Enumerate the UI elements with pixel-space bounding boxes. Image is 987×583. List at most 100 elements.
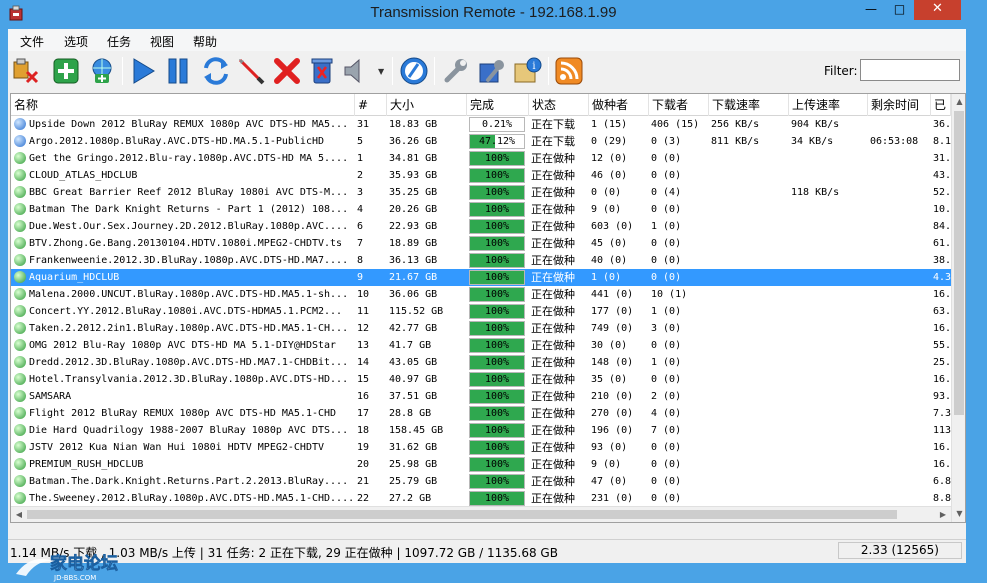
- torrent-eta: [868, 320, 931, 337]
- progress-bar: 100%: [469, 389, 525, 404]
- torrent-row[interactable]: Aquarium_HDCLUB 9 21.67 GB 100% 正在做种 1 (0) 0 (…: [11, 269, 951, 286]
- reannounce-icon[interactable]: [201, 56, 231, 86]
- torrent-up: 904 KB/s: [791, 119, 840, 130]
- torrent-status: 正在做种: [531, 203, 575, 216]
- remove-data-icon[interactable]: [307, 56, 337, 86]
- menu-help[interactable]: 帮助: [193, 33, 217, 50]
- progress-bar: 100%: [469, 287, 525, 302]
- torrent-row[interactable]: Upside Down 2012 BluRay REMUX 1080p AVC …: [11, 116, 951, 133]
- column-size[interactable]: 大小: [387, 94, 467, 116]
- horizontal-scrollbar[interactable]: ◀ ▶: [11, 506, 951, 522]
- torrent-status: 正在做种: [531, 305, 575, 318]
- torrent-properties-icon[interactable]: [476, 56, 506, 86]
- torrent-seeds: 47 (0): [591, 476, 628, 487]
- torrent-status: 正在做种: [531, 458, 575, 471]
- torrent-row[interactable]: Frankenweenie.2012.3D.BluRay.1080p.AVC.D…: [11, 252, 951, 269]
- torrent-up: [789, 218, 868, 235]
- torrent-row[interactable]: Flight 2012 BluRay REMUX 1080p AVC DTS-H…: [11, 405, 951, 422]
- vertical-scroll-thumb[interactable]: [954, 111, 964, 415]
- torrent-row[interactable]: Taken.2.2012.2in1.BluRay.1080p.AVC.DTS-H…: [11, 320, 951, 337]
- verify-icon[interactable]: [236, 56, 266, 86]
- close-button[interactable]: ✕: [914, 0, 961, 20]
- scroll-left-icon[interactable]: ◀: [11, 507, 27, 522]
- add-url-icon[interactable]: [87, 56, 117, 86]
- scroll-down-icon[interactable]: ▼: [952, 506, 965, 522]
- column-done[interactable]: 完成: [467, 94, 529, 116]
- torrent-peers: 3 (0): [651, 323, 682, 334]
- progress-text: 100%: [484, 357, 510, 368]
- column-down-speed[interactable]: 下载速率: [709, 94, 789, 116]
- progress-bar: 100%: [469, 338, 525, 353]
- torrent-row[interactable]: Batman The Dark Knight Returns - Part 1 …: [11, 201, 951, 218]
- speaker-dropdown-icon[interactable]: ▼: [378, 67, 384, 76]
- horizontal-scroll-thumb[interactable]: [27, 510, 897, 519]
- torrent-row[interactable]: Batman.The.Dark.Knight.Returns.Part.2.20…: [11, 473, 951, 490]
- torrent-row[interactable]: SAMSARA 16 37.51 GB 100% 正在做种 210 (0) 2 (0) 93.: [11, 388, 951, 405]
- disconnect-icon[interactable]: [10, 56, 40, 86]
- pause-icon[interactable]: [163, 56, 193, 86]
- filter-input[interactable]: [860, 59, 960, 81]
- torrent-peers: 0 (0): [651, 272, 682, 283]
- column-number[interactable]: #: [355, 94, 387, 116]
- maximize-button[interactable]: □: [886, 0, 913, 20]
- torrent-row[interactable]: JSTV 2012 Kua Nian Wan Hui 1080i HDTV MP…: [11, 439, 951, 456]
- torrent-size: 25.79 GB: [389, 476, 438, 487]
- column-peers[interactable]: 下载者: [649, 94, 709, 116]
- torrent-seeds: 196 (0): [591, 425, 634, 436]
- minimize-button[interactable]: —: [857, 0, 885, 20]
- torrent-list[interactable]: 名称 # 大小 完成 状态 做种者 下载者 下载速率 上传速率 剩余时间 已 U…: [10, 93, 966, 523]
- torrent-status: 正在做种: [531, 220, 575, 233]
- torrent-row[interactable]: OMG 2012 Blu-Ray 1080p AVC DTS-HD MA 5.1…: [11, 337, 951, 354]
- torrent-seeds: 148 (0): [591, 357, 634, 368]
- speed-limit-icon[interactable]: [399, 56, 429, 86]
- remove-icon[interactable]: [272, 56, 302, 86]
- torrent-down: [709, 218, 789, 235]
- torrent-row[interactable]: Get the Gringo.2012.Blu-ray.1080p.AVC.DT…: [11, 150, 951, 167]
- torrent-row[interactable]: BBC Great Barrier Reef 2012 BluRay 1080i…: [11, 184, 951, 201]
- add-torrent-icon[interactable]: [51, 56, 81, 86]
- wrench-icon[interactable]: [441, 56, 471, 86]
- column-eta[interactable]: 剩余时间: [868, 94, 931, 116]
- torrent-up: [789, 252, 868, 269]
- column-status[interactable]: 状态: [529, 94, 589, 116]
- torrent-peers: 0 (0): [651, 476, 682, 487]
- title-bar[interactable]: Transmission Remote - 192.168.1.99 — □ ✕: [0, 0, 987, 28]
- speaker-icon[interactable]: [341, 56, 371, 86]
- torrent-row[interactable]: Due.West.Our.Sex.Journey.2D.2012.BluRay.…: [11, 218, 951, 235]
- scroll-up-icon[interactable]: ▲: [952, 94, 965, 110]
- menu-tasks[interactable]: 任务: [107, 33, 131, 50]
- vertical-scrollbar[interactable]: ▲ ▼: [951, 94, 965, 522]
- torrent-row[interactable]: The.Sweeney.2012.BluRay.1080p.AVC.DTS-HD…: [11, 490, 951, 507]
- torrent-row[interactable]: CLOUD_ATLAS_HDCLUB 2 35.93 GB 100% 正在做种 46 (0…: [11, 167, 951, 184]
- column-extra[interactable]: 已: [931, 94, 951, 116]
- torrent-status: 正在做种: [531, 407, 575, 420]
- torrent-row[interactable]: Malena.2000.UNCUT.BluRay.1080p.AVC.DTS-H…: [11, 286, 951, 303]
- torrent-row[interactable]: PREMIUM_RUSH_HDCLUB 20 25.98 GB 100% 正在做种 9 (…: [11, 456, 951, 473]
- progress-cell: 100%: [467, 354, 529, 371]
- torrent-row[interactable]: Dredd.2012.3D.BluRay.1080p.AVC.DTS-HD.MA…: [11, 354, 951, 371]
- torrent-peers: 0 (0): [651, 340, 682, 351]
- progress-bar: 47.12%: [469, 134, 525, 149]
- progress-bar: 100%: [469, 321, 525, 336]
- torrent-status: 正在做种: [531, 424, 575, 437]
- progress-text: 100%: [484, 289, 510, 300]
- torrent-row[interactable]: Die Hard Quadrilogy 1988-2007 BluRay 108…: [11, 422, 951, 439]
- menu-file[interactable]: 文件: [20, 33, 44, 50]
- torrent-row[interactable]: Argo.2012.1080p.BluRay.AVC.DTS-HD.MA.5.1…: [11, 133, 951, 150]
- rss-icon[interactable]: [554, 56, 584, 86]
- menu-view[interactable]: 视图: [150, 33, 174, 50]
- start-icon[interactable]: [128, 56, 158, 86]
- torrent-row[interactable]: Hotel.Transylvania.2012.3D.BluRay.1080p.…: [11, 371, 951, 388]
- torrent-size: 31.62 GB: [389, 442, 438, 453]
- menu-options[interactable]: 选项: [64, 33, 88, 50]
- torrent-down: [709, 473, 789, 490]
- torrent-down: [709, 252, 789, 269]
- scroll-right-icon[interactable]: ▶: [935, 507, 951, 522]
- torrent-row[interactable]: Concert.YY.2012.BluRay.1080i.AVC.DTS-HDM…: [11, 303, 951, 320]
- torrent-name: Get the Gringo.2012.Blu-ray.1080p.AVC.DT…: [29, 153, 349, 164]
- column-name[interactable]: 名称: [11, 94, 355, 116]
- column-up-speed[interactable]: 上传速率: [789, 94, 868, 116]
- info-icon[interactable]: i: [512, 56, 542, 86]
- torrent-row[interactable]: BTV.Zhong.Ge.Bang.20130104.HDTV.1080i.MP…: [11, 235, 951, 252]
- column-seeds[interactable]: 做种者: [589, 94, 649, 116]
